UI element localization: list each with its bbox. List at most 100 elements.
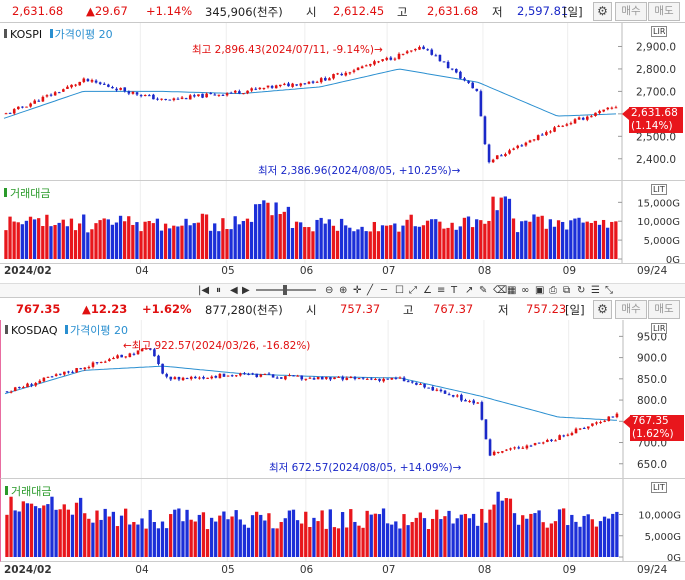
volume-bar — [577, 217, 581, 259]
current-price-flag: 767.35 — [630, 415, 684, 428]
next-icon[interactable]: ▶ — [242, 285, 250, 296]
volume-bar — [615, 511, 619, 557]
volume-bar — [357, 525, 361, 557]
sell-button[interactable]: 매도 — [648, 300, 680, 319]
volume-bar — [143, 221, 147, 259]
crosshair-icon[interactable]: ✛ — [353, 285, 361, 296]
volume-bar — [540, 215, 544, 259]
volume-bar — [78, 497, 83, 557]
expand-icon[interactable]: ⤡ — [605, 285, 613, 296]
volume-bar — [402, 514, 406, 557]
volume-bar — [221, 218, 225, 259]
pause-icon[interactable]: ⏸ — [216, 285, 221, 296]
candle-body — [172, 98, 176, 101]
candle-body — [349, 377, 353, 379]
candle-body — [492, 451, 496, 456]
copy-icon[interactable]: ⧉ — [563, 285, 570, 296]
candle-body — [299, 83, 303, 86]
first-icon[interactable]: |◀ — [198, 285, 209, 296]
angle-icon[interactable]: ∠ — [423, 285, 432, 296]
candle-body — [120, 354, 123, 358]
zoom-out-icon[interactable]: ⊖ — [325, 285, 333, 296]
candle-body — [356, 67, 360, 71]
pane-scale-icon[interactable]: LIT — [651, 184, 667, 195]
volume-bar — [135, 222, 139, 259]
volume-bar — [147, 221, 151, 259]
arrow-icon[interactable]: ↗ — [465, 285, 473, 296]
candle-body — [102, 83, 106, 85]
kosdaq-ma-label: 가격이평 20 — [70, 324, 129, 337]
link-icon[interactable]: ∞ — [521, 285, 529, 296]
kospi-volume-pane[interactable]: 15,000G 10,000G 5,000G 0G 거래대금 — [0, 181, 685, 264]
volume-bar — [74, 502, 79, 557]
volume-bar — [316, 521, 320, 557]
period-label[interactable]: [일] — [565, 302, 585, 318]
volume-bar — [421, 225, 426, 259]
candle-body — [484, 419, 488, 440]
candle-body — [418, 46, 421, 50]
y-tick-label: 650.0 — [637, 459, 667, 471]
candle-body — [135, 92, 139, 95]
candle-body — [275, 377, 279, 379]
candle-body — [66, 86, 69, 89]
candle-body — [467, 81, 470, 83]
volume-bar — [597, 224, 602, 259]
candle-body — [550, 439, 553, 441]
candle-body — [229, 92, 233, 94]
zoom-in-icon[interactable]: ⊕ — [339, 285, 347, 296]
candle-body — [78, 81, 82, 86]
candle-body — [394, 377, 398, 379]
hline-icon[interactable]: ─ — [381, 285, 387, 296]
zoom-slider-handle[interactable] — [283, 285, 287, 295]
volume-bar — [434, 219, 438, 259]
period-label[interactable]: [일] — [563, 4, 583, 20]
candle-body — [574, 428, 578, 434]
candle-body — [590, 116, 593, 118]
pane-scale-icon[interactable]: LIR — [651, 26, 668, 37]
fibo-icon[interactable]: ≡ — [437, 285, 445, 296]
gear-icon[interactable]: ⚙ — [593, 300, 612, 319]
candle-body — [524, 142, 528, 146]
volume-bar — [394, 521, 398, 557]
eraser-icon[interactable]: ⌫ — [493, 285, 507, 296]
candle-body — [180, 97, 184, 99]
trend-icon[interactable]: ⤢ — [409, 285, 417, 296]
x-month-label: 08 — [477, 564, 492, 576]
volume-bar — [188, 225, 192, 259]
volume-bar — [352, 231, 356, 259]
pen-icon[interactable]: ✎ — [479, 285, 487, 296]
candle-body — [566, 434, 570, 436]
save-icon[interactable]: ▣ — [535, 285, 544, 296]
volume-bar — [401, 225, 405, 259]
prev-icon[interactable]: ◀ — [230, 285, 238, 296]
kospi-price-pane[interactable]: 2,400.02,500.02,600.02,700.02,800.02,900… — [0, 23, 685, 181]
kosdaq-volume-pane[interactable]: 10,000G 5,000G 0G 거래대금 — [0, 479, 685, 562]
candle-body — [546, 440, 549, 442]
volume-bar — [466, 216, 471, 259]
volume-bar — [500, 500, 504, 557]
text-icon[interactable]: T — [451, 285, 457, 296]
kospi-vol-legend-label: 거래대금 — [10, 187, 51, 200]
candle-body — [378, 378, 381, 381]
volume-bar — [258, 204, 262, 259]
print-icon[interactable]: ⎙ — [549, 285, 557, 296]
pane-scale-icon[interactable]: LIR — [651, 323, 668, 334]
candle-body — [385, 57, 389, 60]
volume-bar — [566, 525, 570, 557]
line-icon[interactable]: ╱ — [367, 285, 373, 296]
candle-body — [87, 367, 91, 369]
kosdaq-legend-name: KOSDAQ — [11, 324, 58, 337]
gear-icon[interactable]: ⚙ — [593, 2, 612, 21]
grid-icon[interactable]: ▦ — [507, 285, 516, 296]
candle-body — [459, 71, 462, 79]
pane-scale-icon[interactable]: LIT — [651, 482, 667, 493]
volume-bar — [184, 218, 188, 259]
sell-button[interactable]: 매도 — [648, 2, 680, 21]
refresh-icon[interactable]: ↻ — [577, 285, 585, 296]
buy-button[interactable]: 매수 — [615, 2, 647, 21]
buy-button[interactable]: 매수 — [615, 300, 647, 319]
candle-body — [595, 422, 598, 424]
kosdaq-price-pane[interactable]: 650.0700.0750.0800.0850.0900.0950.0←최고 9… — [0, 320, 685, 479]
list-icon[interactable]: ☰ — [591, 285, 600, 296]
box-icon[interactable]: ☐ — [395, 285, 404, 296]
